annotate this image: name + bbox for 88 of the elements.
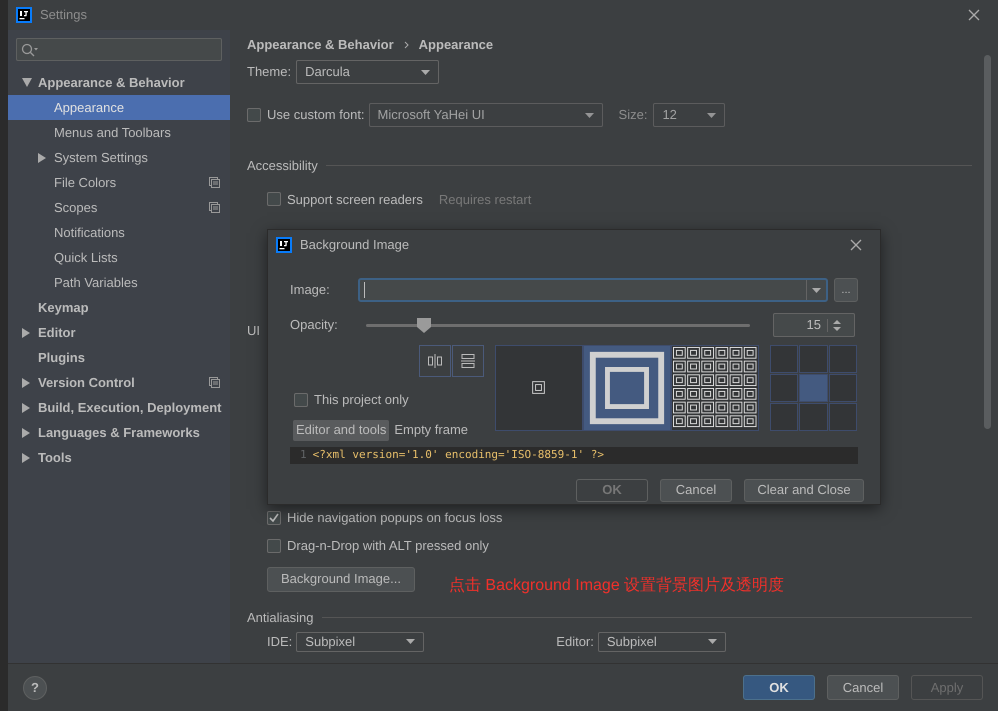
sidebar-item[interactable]: Notifications bbox=[8, 220, 230, 245]
checkbox[interactable] bbox=[267, 510, 281, 524]
code-line: <?xml version='1.0' encoding='ISO-8859-1' ?> bbox=[312, 446, 604, 463]
ide-label: IDE: bbox=[267, 632, 292, 651]
sidebar-item[interactable]: Tools bbox=[8, 445, 230, 470]
caret-icon bbox=[421, 70, 430, 74]
checkbox-label: Drag-n-Drop with ALT pressed only bbox=[287, 536, 489, 555]
checkbox-label: Use custom font: bbox=[267, 106, 365, 124]
close-icon[interactable] bbox=[968, 9, 980, 21]
sidebar-item[interactable]: Appearance & Behavior bbox=[8, 70, 230, 95]
checkbox[interactable] bbox=[247, 108, 261, 122]
size-label: Size: bbox=[618, 106, 648, 124]
checkbox[interactable] bbox=[267, 192, 281, 206]
section-title: Accessibility bbox=[247, 157, 318, 175]
font-dropdown[interactable]: Microsoft YaHei UI bbox=[368, 103, 603, 127]
footer-button[interactable]: OK bbox=[743, 675, 815, 700]
anchor-cell[interactable] bbox=[799, 374, 828, 402]
sidebar-item[interactable]: Version Control bbox=[8, 370, 230, 395]
breadcrumb-item: Appearance bbox=[418, 36, 494, 54]
footer-button[interactable]: Cancel bbox=[827, 675, 899, 700]
section-title: UI bbox=[247, 322, 260, 338]
search-icon bbox=[21, 42, 38, 56]
fill-mode-tile[interactable] bbox=[671, 345, 759, 431]
caret-icon bbox=[707, 112, 716, 118]
line-number: 1 bbox=[300, 446, 307, 463]
dialog-button[interactable]: Clear and Close bbox=[744, 478, 864, 502]
checkbox[interactable] bbox=[294, 392, 308, 407]
caret-icon bbox=[406, 639, 416, 644]
search-field[interactable] bbox=[16, 38, 222, 61]
checkbox-label: Hide navigation popups on focus loss bbox=[287, 508, 502, 527]
sidebar-item[interactable]: Keymap bbox=[8, 295, 230, 320]
caret-icon bbox=[708, 639, 717, 644]
checkbox-label: This project only bbox=[314, 391, 409, 409]
anchor-cell[interactable] bbox=[828, 374, 857, 402]
sidebar-item[interactable]: Build, Execution, Deployment bbox=[8, 395, 230, 420]
sidebar-item[interactable]: Languages & Frameworks bbox=[8, 420, 230, 445]
anchor-cell[interactable] bbox=[828, 345, 857, 373]
anchor-cell[interactable] bbox=[770, 345, 798, 373]
anchor-cell[interactable] bbox=[799, 403, 828, 431]
section-title: Antialiasing bbox=[247, 609, 314, 627]
theme-label: Theme: bbox=[247, 63, 292, 82]
checkbox[interactable] bbox=[267, 538, 281, 552]
theme-dropdown[interactable]: Darcula bbox=[296, 60, 440, 84]
chevron-icon bbox=[404, 40, 409, 48]
annotation-text: 点击 Background Image 设置背景图片及透明度 bbox=[448, 576, 784, 596]
sidebar-item[interactable]: Menus and Toolbars bbox=[8, 120, 230, 145]
size-dropdown[interactable]: 12 bbox=[653, 103, 726, 127]
sidebar-item[interactable]: Scopes bbox=[8, 195, 230, 220]
close-icon[interactable] bbox=[850, 238, 862, 250]
app-logo-icon bbox=[16, 7, 32, 23]
sidebar-item[interactable]: Appearance bbox=[8, 95, 230, 120]
ide-antialiasing-dropdown[interactable]: Subpixel bbox=[296, 632, 424, 652]
hint-text: Requires restart bbox=[438, 190, 532, 209]
sidebar-item[interactable]: File Colors bbox=[8, 170, 230, 195]
editor-antialiasing-dropdown[interactable]: Subpixel bbox=[598, 632, 726, 652]
tab[interactable]: Empty frame bbox=[391, 420, 472, 440]
anchor-cell[interactable] bbox=[770, 374, 798, 402]
background-image-button[interactable]: Background Image... bbox=[267, 566, 415, 592]
dialog-title: Background Image bbox=[300, 236, 410, 254]
window-title: Settings bbox=[40, 6, 87, 24]
fill-mode-tile[interactable] bbox=[583, 345, 671, 431]
scrollbar[interactable] bbox=[984, 55, 991, 429]
anchor-cell[interactable] bbox=[770, 403, 798, 431]
slider-thumb[interactable] bbox=[416, 318, 431, 332]
caret-icon bbox=[584, 112, 594, 118]
opacity-label: Opacity: bbox=[290, 316, 339, 334]
flip-vertical-icon[interactable] bbox=[452, 345, 484, 377]
image-path-field[interactable] bbox=[358, 278, 828, 302]
anchor-cell[interactable] bbox=[799, 345, 828, 373]
anchor-cell[interactable] bbox=[828, 403, 857, 431]
sidebar-item[interactable]: Plugins bbox=[8, 345, 230, 370]
sidebar-item[interactable]: Editor bbox=[8, 320, 230, 345]
opacity-spinner[interactable]: 15 bbox=[773, 313, 855, 337]
breadcrumb-item[interactable]: Appearance & Behavior bbox=[247, 34, 394, 54]
flip-horizontal-icon[interactable] bbox=[419, 345, 451, 377]
editor-label: Editor: bbox=[556, 632, 594, 651]
sidebar-item[interactable]: System Settings bbox=[8, 145, 230, 170]
checkbox-label: Support screen readers bbox=[287, 190, 423, 209]
app-logo-icon bbox=[276, 236, 292, 252]
fill-mode-tile[interactable] bbox=[495, 345, 583, 431]
help-button[interactable]: ? bbox=[23, 676, 47, 700]
sidebar-item[interactable]: Path Variables bbox=[8, 270, 230, 295]
caret-icon bbox=[812, 288, 821, 292]
dialog-button[interactable]: Cancel bbox=[660, 478, 732, 502]
tab[interactable]: Editor and tools bbox=[293, 420, 390, 440]
browse-button[interactable]: ... bbox=[834, 278, 858, 302]
image-label: Image: bbox=[290, 281, 331, 300]
sidebar-item[interactable]: Quick Lists bbox=[8, 245, 230, 270]
